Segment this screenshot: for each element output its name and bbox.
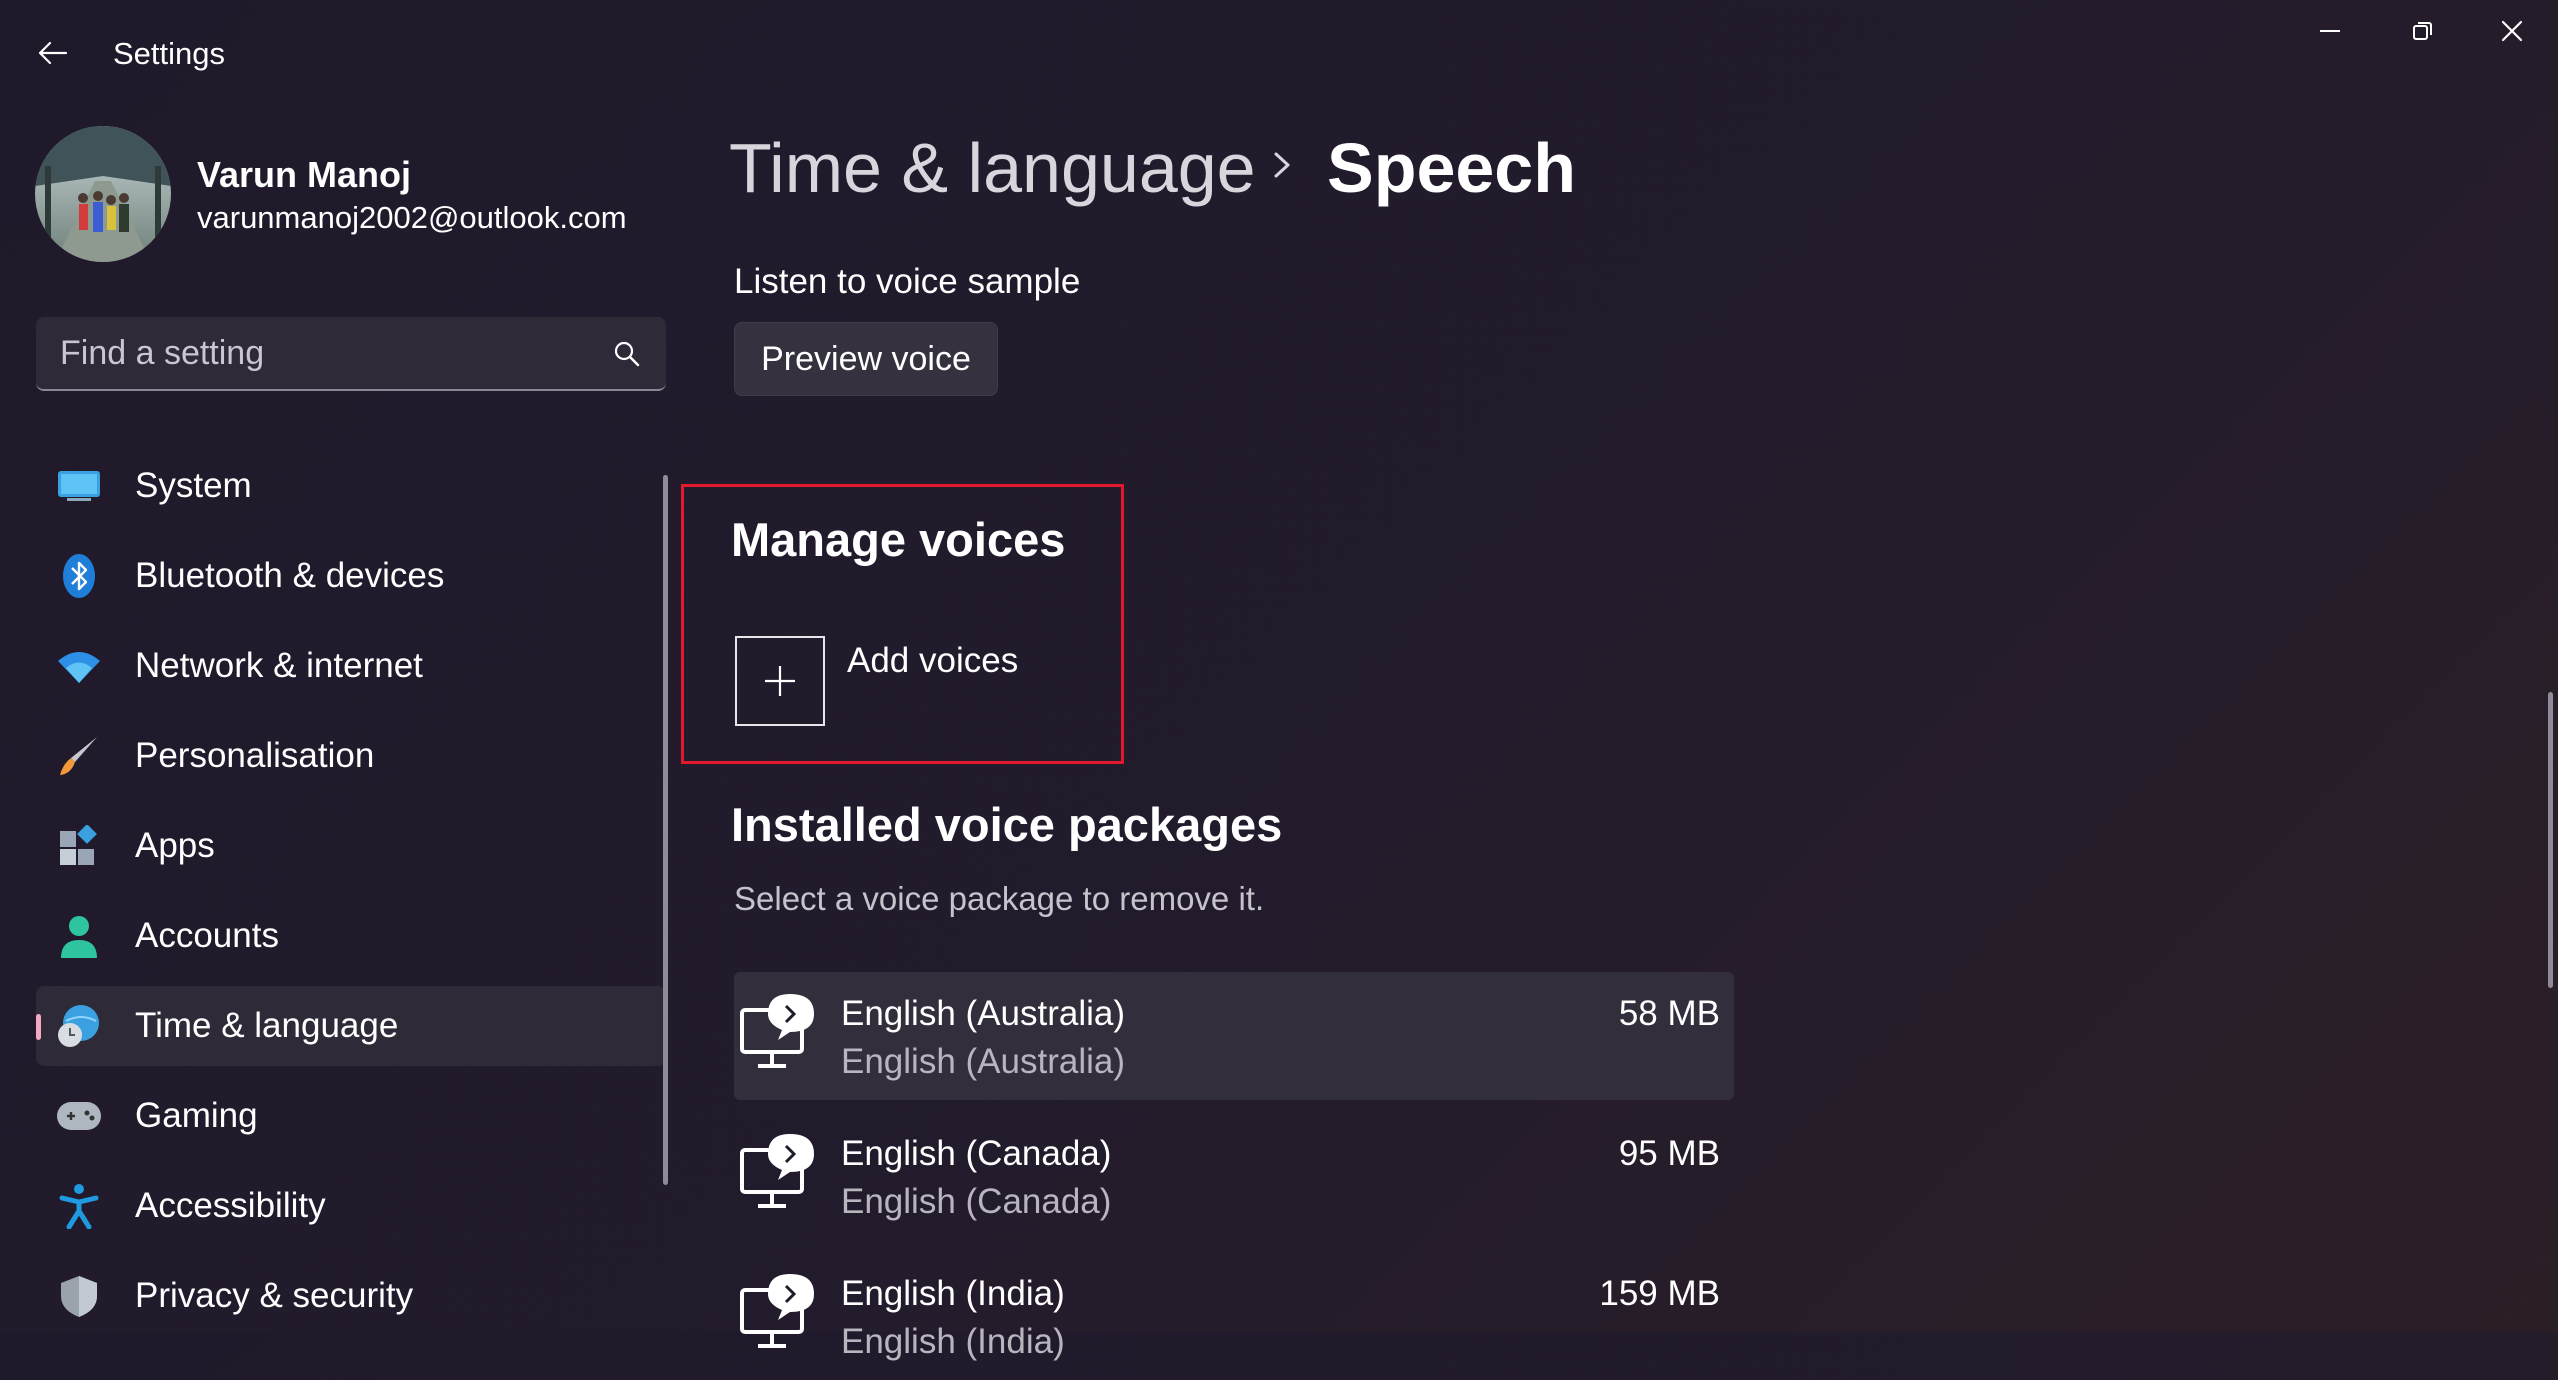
close-button[interactable] [2466,0,2558,62]
voice-package-icon [740,1274,814,1348]
app-title: Settings [113,36,226,71]
minimize-button[interactable] [2285,0,2377,62]
apps-icon [56,823,102,869]
avatar[interactable] [35,126,171,262]
voice-package-item[interactable]: English (India) English (India) 159 MB [734,1252,1734,1380]
voice-package-icon [740,1134,814,1208]
system-icon [56,463,102,509]
chevron-right-icon [1274,152,1290,178]
installed-packages-heading: Installed voice packages [731,798,1283,851]
preview-voice-button[interactable]: Preview voice [734,322,998,396]
globe-clock-icon [56,1003,102,1049]
breadcrumb-parent[interactable]: Time & language [729,128,1256,208]
user-name: Varun Manoj [197,154,412,195]
sidebar-item-bluetooth[interactable]: Bluetooth & devices [36,536,666,616]
sidebar-item-privacy[interactable]: Privacy & security [36,1256,666,1336]
user-email: varunmanoj2002@outlook.com [197,200,627,235]
search-icon[interactable] [612,339,642,369]
restore-button[interactable] [2377,0,2469,62]
listen-voice-label: Listen to voice sample [734,262,1081,301]
sidebar-item-system[interactable]: System [36,446,666,526]
sidebar-item-apps[interactable]: Apps [36,806,666,886]
sidebar-item-label: Accessibility [135,1186,326,1225]
wifi-icon [56,643,102,689]
search-input[interactable] [36,317,666,389]
add-voices-button[interactable] [735,636,825,726]
voice-package-name: English (Canada) [841,1134,1112,1173]
voice-package-size: 159 MB [1599,1274,1720,1313]
voice-package-icon [740,994,814,1068]
sidebar-item-accounts[interactable]: Accounts [36,896,666,976]
sidebar-item-label: Bluetooth & devices [135,556,445,595]
accessibility-icon [56,1183,102,1229]
voice-package-language: English (Canada) [841,1182,1112,1221]
sidebar-item-accessibility[interactable]: Accessibility [36,1166,666,1246]
add-voices-label[interactable]: Add voices [847,641,1018,681]
close-icon [2501,20,2523,42]
manage-voices-heading: Manage voices [731,513,1066,566]
plus-icon [765,666,795,696]
search-box[interactable] [36,317,666,391]
sidebar-item-label: Gaming [135,1096,258,1135]
back-button[interactable] [18,18,88,88]
bluetooth-icon [56,553,102,599]
voice-package-item[interactable]: English (Canada) English (Canada) 95 MB [734,1112,1734,1240]
voice-package-language: English (India) [841,1322,1065,1361]
voice-package-size: 58 MB [1618,994,1720,1033]
sidebar-item-label: System [135,466,252,505]
minimize-icon [2320,30,2340,32]
sidebar-item-network[interactable]: Network & internet [36,626,666,706]
voice-package-name: English (Australia) [841,994,1125,1033]
shield-icon [56,1273,102,1319]
restore-icon [2413,22,2432,40]
sidebar-item-label: Privacy & security [135,1276,414,1315]
sidebar-item-label: Apps [135,826,215,865]
avatar-photo [35,126,171,262]
sidebar-item-label: Time & language [135,1006,399,1045]
voice-package-size: 95 MB [1618,1134,1720,1173]
sidebar-scrollbar[interactable] [663,475,668,1185]
back-arrow-icon [38,41,68,65]
brush-icon [56,733,102,779]
sidebar-item-label: Accounts [135,916,279,955]
person-icon [56,913,102,959]
installed-packages-description: Select a voice package to remove it. [734,880,1265,917]
sidebar-item-personalisation[interactable]: Personalisation [36,716,666,796]
sidebar-item-time-language[interactable]: Time & language [36,986,666,1066]
sidebar-item-gaming[interactable]: Gaming [36,1076,666,1156]
main-scrollbar[interactable] [2548,692,2553,988]
active-indicator [36,1014,41,1040]
page-title: Speech [1327,129,1576,207]
sidebar-item-label: Personalisation [135,736,375,775]
sidebar-item-label: Network & internet [135,646,423,685]
voice-package-language: English (Australia) [841,1042,1125,1081]
voice-package-item[interactable]: English (Australia) English (Australia) … [734,972,1734,1100]
gamepad-icon [56,1093,102,1139]
voice-package-name: English (India) [841,1274,1065,1313]
